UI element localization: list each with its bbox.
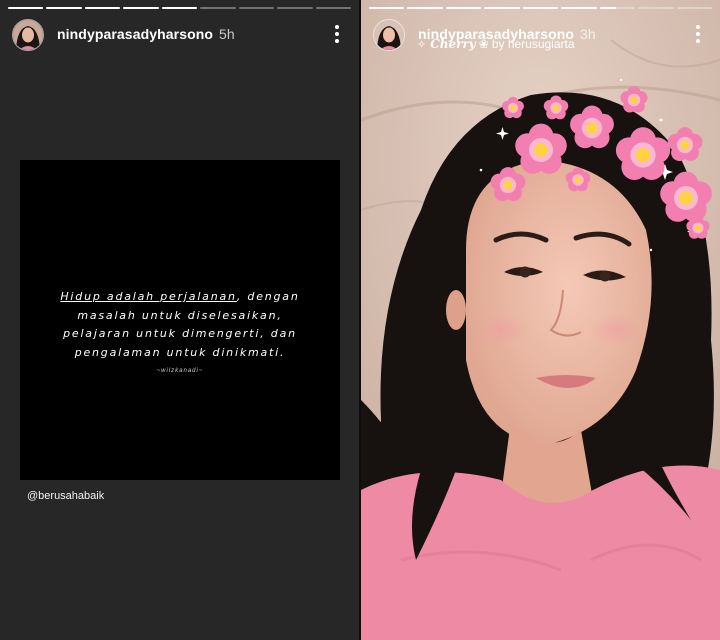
progress-segment: [277, 7, 313, 9]
story-panel-left[interactable]: nindyparasadyharsono 5h Hidup adalah perj…: [0, 0, 359, 640]
flower-icon: ❀: [478, 37, 489, 51]
progress-segment: [238, 7, 275, 9]
quote-underlined-phrase: Hidup adalah perjalanan: [60, 290, 237, 303]
progress-segment: [599, 7, 636, 9]
progress-segment: [407, 7, 443, 9]
story-header: nindyparasadyharsono 5h: [10, 17, 349, 53]
username-label[interactable]: nindyparasadyharsono: [57, 26, 213, 42]
more-options-icon[interactable]: [335, 25, 339, 43]
quote-text: Hidup adalah perjalanan, dengan masalah …: [20, 288, 340, 362]
story-username-row[interactable]: nindyparasadyharsono 5h: [57, 26, 235, 42]
more-options-icon[interactable]: [696, 25, 700, 43]
progress-segment: [369, 7, 405, 9]
quote-card: Hidup adalah perjalanan, dengan masalah …: [20, 160, 340, 480]
progress-segment: [161, 7, 198, 9]
avatar[interactable]: [373, 19, 405, 51]
selfie-photo: [361, 0, 720, 640]
quote-line-2: masalah untuk diselesaikan,: [77, 308, 283, 322]
sparkle-icon: ✧: [417, 39, 427, 51]
progress-segment: [315, 7, 351, 9]
effect-attribution[interactable]: ✧ Cherry ❀ by herusugiarta: [417, 37, 575, 51]
story-panel-right[interactable]: nindyparasadyharsono 3h ✧ Cherry ❀ by herusu…: [361, 0, 720, 640]
progress-segment: [445, 7, 482, 9]
progress-segment: [484, 7, 520, 9]
quote-line-1-rest: , dengan: [236, 290, 300, 303]
quote-line-3: pelajaran untuk dimengerti, dan: [63, 327, 297, 340]
progress-segment: [638, 7, 674, 9]
progress-segment: [84, 7, 121, 9]
quote-author: ~wilzkanadi~: [156, 368, 204, 374]
progress-segment: [123, 7, 159, 9]
effect-name[interactable]: Cherry: [430, 37, 476, 51]
avatar[interactable]: [12, 19, 44, 51]
progress-segment: [46, 7, 82, 9]
progress-segment: [200, 7, 236, 9]
progress-segment: [8, 7, 44, 9]
progress-segment: [561, 7, 597, 9]
timestamp-label: 5h: [219, 26, 235, 42]
progress-segment: [676, 7, 712, 9]
mention-sticker[interactable]: @berusahabaik: [27, 490, 104, 502]
story-progress-bar: [369, 7, 712, 9]
effect-creator[interactable]: by herusugiarta: [492, 37, 575, 51]
progress-segment: [522, 7, 559, 9]
story-progress-bar: [8, 7, 351, 9]
quote-line-4: pengalaman untuk dinikmati.: [74, 345, 286, 359]
timestamp-label: 3h: [580, 26, 596, 42]
